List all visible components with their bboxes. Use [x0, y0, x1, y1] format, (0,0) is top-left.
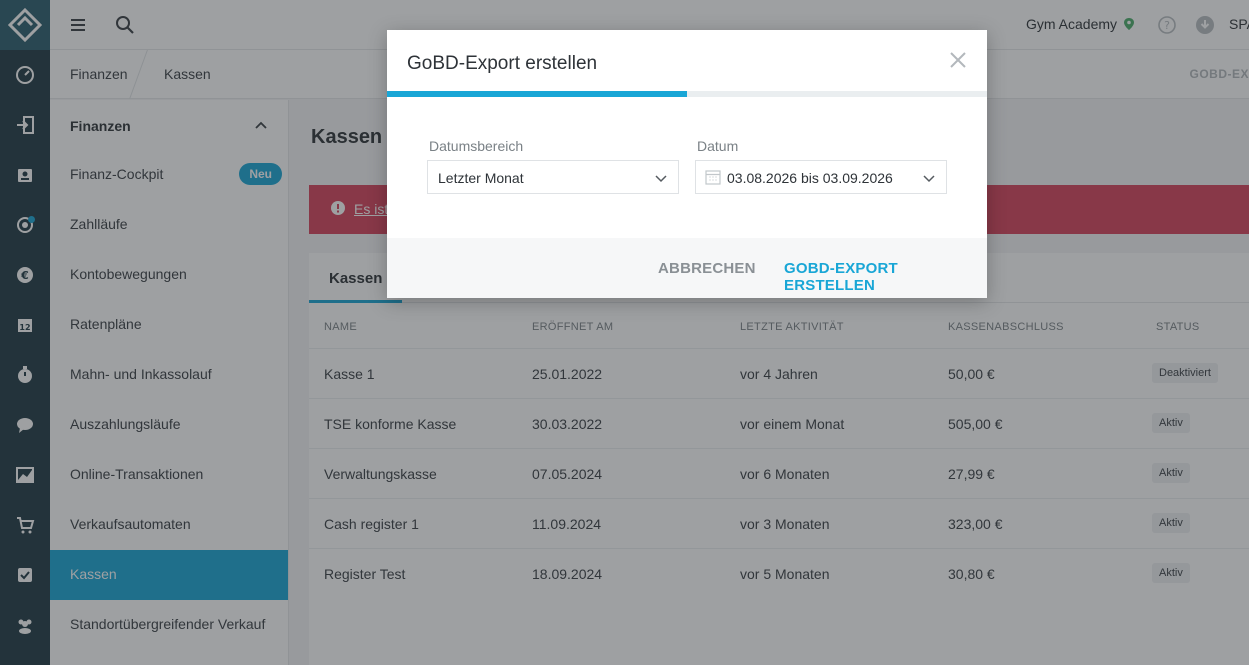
date-range-value: Letzter Monat	[438, 170, 524, 186]
gobd-export-dialog: GoBD-Export erstellen Datumsbereich Letz…	[387, 30, 987, 298]
cancel-button[interactable]: ABBRECHEN	[658, 260, 756, 277]
date-value: 03.08.2026 bis 03.09.2026	[727, 170, 893, 186]
create-export-button[interactable]: GOBD-EXPORT ERSTELLEN	[784, 260, 987, 294]
step-progress-bar	[387, 91, 987, 97]
date-picker[interactable]: 03.08.2026 bis 03.09.2026	[695, 160, 947, 194]
calendar-icon	[705, 170, 721, 185]
dialog-title: GoBD-Export erstellen	[407, 53, 598, 74]
date-range-select[interactable]: Letzter Monat	[427, 160, 679, 194]
step-progress-fill	[387, 91, 687, 97]
dialog-footer: ABBRECHEN GOBD-EXPORT ERSTELLEN	[387, 238, 987, 298]
close-icon[interactable]	[949, 51, 967, 69]
date-range-label: Datumsbereich	[429, 138, 524, 154]
chevron-down-icon	[923, 175, 935, 183]
chevron-down-icon	[655, 175, 667, 183]
date-label: Datum	[697, 138, 739, 154]
